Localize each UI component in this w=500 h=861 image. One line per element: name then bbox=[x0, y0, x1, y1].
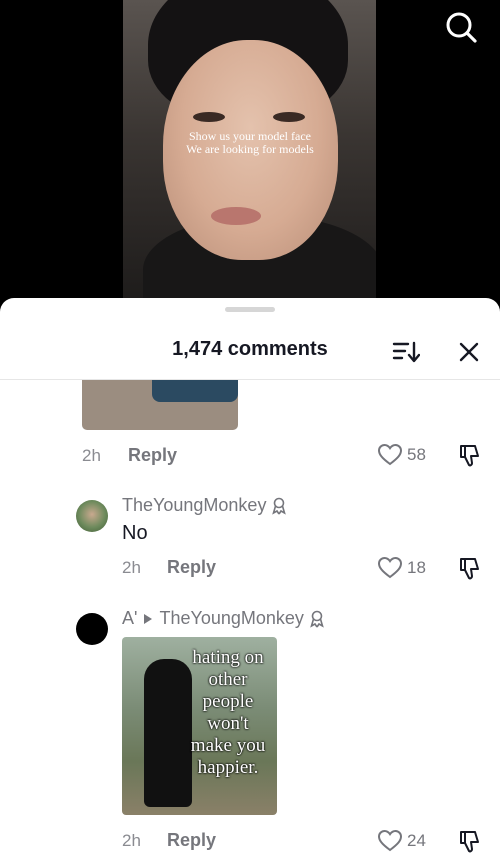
lips bbox=[211, 207, 261, 225]
comment-username-row: TheYoungMonkey bbox=[122, 495, 287, 516]
meme-line: won't bbox=[207, 713, 249, 734]
meme-line: hating on bbox=[192, 647, 264, 668]
comment-image[interactable]: hating on other people won't make you ha… bbox=[122, 637, 277, 815]
left-eye bbox=[193, 112, 225, 122]
comment-text: No bbox=[122, 522, 148, 544]
comment-time: 2h bbox=[122, 831, 141, 850]
dislike-button[interactable] bbox=[457, 829, 483, 855]
ribbon-icon bbox=[272, 497, 287, 515]
right-eye bbox=[273, 112, 305, 122]
video-caption: Show us your model face We are looking f… bbox=[150, 130, 350, 156]
heart-icon bbox=[377, 556, 403, 579]
reply-to-username[interactable]: TheYoungMonkey bbox=[159, 608, 303, 629]
comment-username-row: A' TheYoungMonkey bbox=[122, 608, 324, 629]
heart-icon bbox=[377, 829, 403, 852]
header-divider bbox=[0, 379, 500, 380]
reply-button[interactable]: Reply bbox=[167, 557, 216, 578]
reply-button[interactable]: Reply bbox=[128, 445, 177, 466]
meme-line: people bbox=[202, 691, 254, 712]
like-count: 24 bbox=[407, 831, 426, 850]
thumbs-down-icon bbox=[460, 445, 479, 467]
ribbon-icon bbox=[310, 610, 324, 628]
caption-line-2: We are looking for models bbox=[186, 142, 314, 156]
avatar[interactable] bbox=[76, 500, 108, 532]
reply-button[interactable]: Reply bbox=[167, 830, 216, 851]
comments-sheet: 1,474 comments 2h Reply 58 TheYoungMonke… bbox=[0, 298, 500, 861]
username[interactable]: TheYoungMonkey bbox=[122, 495, 266, 516]
comment-image[interactable] bbox=[82, 380, 238, 430]
like-count: 18 bbox=[407, 558, 426, 577]
sort-icon bbox=[392, 341, 421, 363]
comment-time: 2h bbox=[82, 446, 101, 465]
comment-time: 2h bbox=[122, 558, 141, 577]
dislike-button[interactable] bbox=[457, 556, 483, 582]
meme-caption: hating on other people won't make you ha… bbox=[178, 647, 277, 779]
like-button[interactable]: 18 bbox=[377, 556, 426, 580]
meme-line: happier. bbox=[197, 757, 259, 778]
thumbs-down-icon bbox=[460, 831, 479, 853]
like-button[interactable]: 24 bbox=[377, 829, 426, 853]
reply-arrow-icon bbox=[144, 613, 153, 624]
thumbs-down-icon bbox=[460, 558, 479, 580]
comments-count-title: 1,474 comments bbox=[172, 338, 328, 360]
avatar[interactable] bbox=[76, 613, 108, 645]
like-count: 58 bbox=[407, 445, 426, 464]
sort-button[interactable] bbox=[392, 340, 421, 364]
video-player[interactable]: Show us your model face We are looking f… bbox=[0, 0, 500, 310]
heart-icon bbox=[377, 443, 403, 466]
meme-line: other bbox=[208, 669, 248, 690]
username[interactable]: A' bbox=[122, 608, 137, 629]
drag-handle[interactable] bbox=[225, 307, 275, 312]
close-button[interactable] bbox=[458, 341, 480, 363]
image-detail bbox=[152, 380, 238, 402]
search-icon bbox=[446, 12, 477, 43]
meme-line: make you bbox=[190, 735, 266, 756]
close-icon bbox=[459, 342, 479, 362]
dislike-button[interactable] bbox=[457, 443, 483, 469]
search-button[interactable] bbox=[444, 10, 478, 44]
like-button[interactable]: 58 bbox=[377, 443, 426, 467]
